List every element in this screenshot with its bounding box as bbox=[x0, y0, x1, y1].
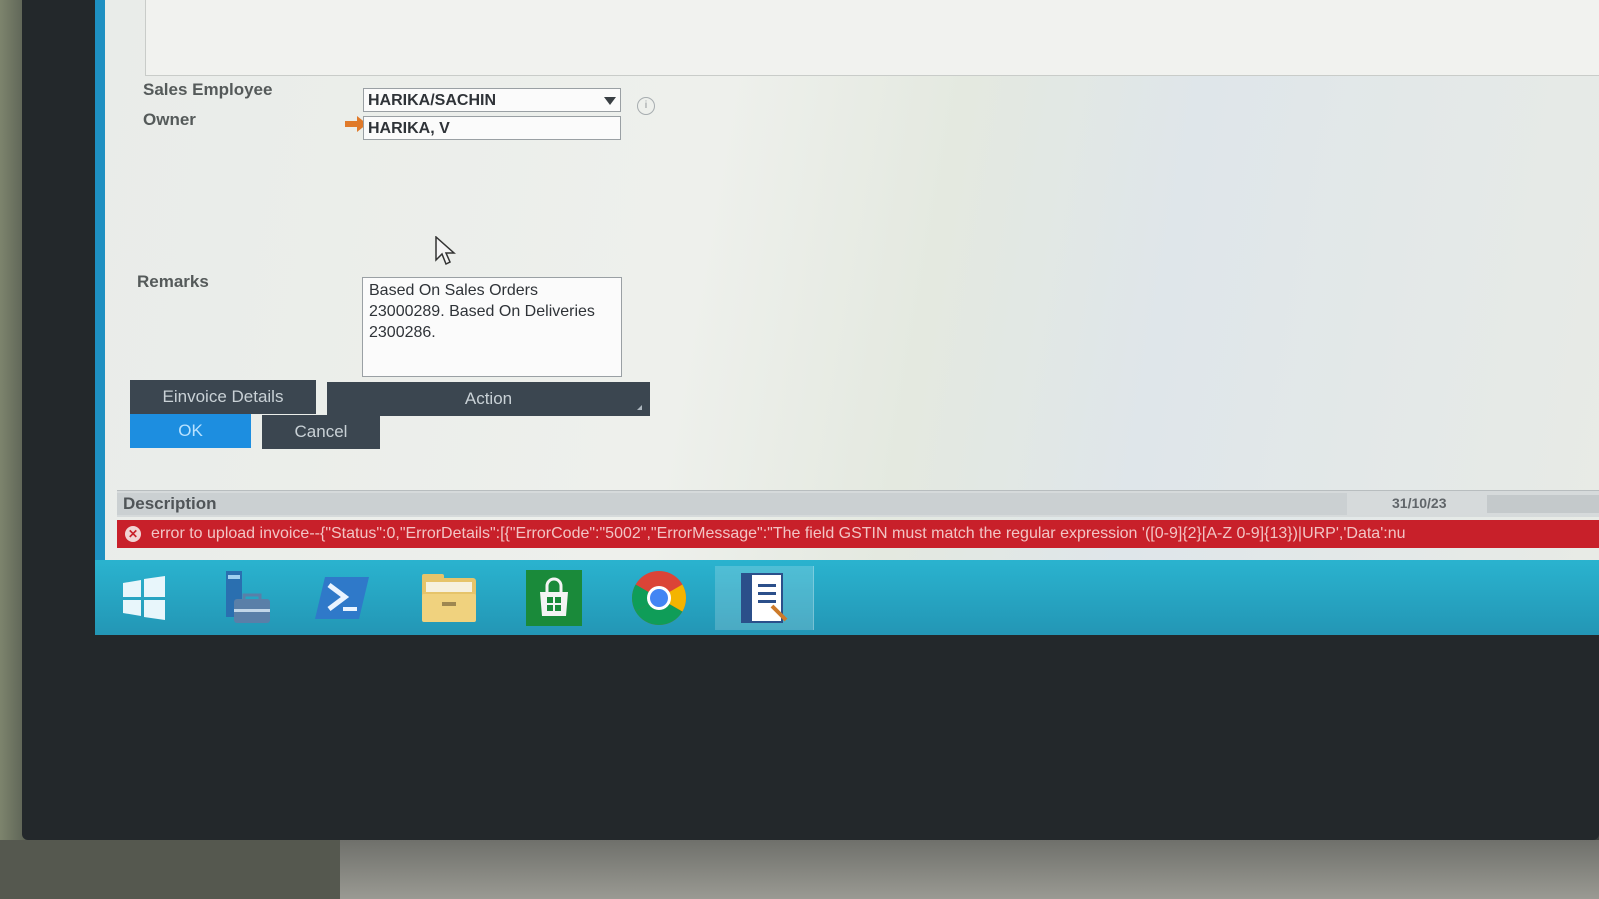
sales-employee-label: Sales Employee bbox=[143, 80, 273, 99]
owner-field[interactable]: HARIKA, V bbox=[363, 116, 621, 140]
owner-label: Owner bbox=[143, 110, 196, 129]
status-date: 31/10/23 bbox=[1392, 495, 1447, 511]
sales-employee-dropdown[interactable]: HARIKA/SACHIN bbox=[363, 88, 621, 112]
powershell-icon[interactable] bbox=[295, 566, 393, 630]
file-explorer-icon[interactable] bbox=[400, 566, 498, 630]
ok-button[interactable]: OK bbox=[130, 414, 251, 448]
einvoice-details-button[interactable]: Einvoice Details bbox=[130, 380, 316, 414]
desk bbox=[0, 840, 340, 899]
remarks-label: Remarks bbox=[137, 272, 209, 291]
status-box bbox=[1487, 495, 1599, 513]
status-bar: Description 31/10/23 bbox=[117, 490, 1599, 517]
server-manager-icon[interactable] bbox=[195, 566, 293, 630]
error-icon: ✕ bbox=[125, 525, 141, 542]
screen: Sales Employee HARIKA/SACHIN i Owner HAR… bbox=[95, 0, 1599, 635]
sap-business-one-icon[interactable] bbox=[715, 566, 814, 630]
store-icon[interactable] bbox=[505, 566, 603, 630]
sap-document-window: Sales Employee HARIKA/SACHIN i Owner HAR… bbox=[105, 0, 1599, 560]
owner-value: HARIKA, V bbox=[368, 120, 450, 137]
chevron-down-icon[interactable] bbox=[604, 97, 616, 105]
sales-employee-value: HARIKA/SACHIN bbox=[368, 92, 496, 109]
header-panel bbox=[145, 0, 1599, 76]
status-description: Description bbox=[117, 493, 1347, 515]
taskbar bbox=[95, 560, 1599, 635]
windows-start-icon[interactable] bbox=[95, 566, 193, 630]
remarks-textarea[interactable]: Based On Sales Orders 23000289. Based On… bbox=[362, 277, 622, 377]
cancel-button[interactable]: Cancel bbox=[262, 415, 380, 449]
chrome-icon[interactable] bbox=[610, 566, 708, 630]
error-message-bar[interactable]: ✕ error to upload invoice--{"Status":0,"E… bbox=[117, 520, 1599, 548]
mouse-cursor-icon bbox=[435, 236, 456, 266]
action-button-label: Action bbox=[464, 389, 513, 408]
action-button[interactable]: Action bbox=[327, 382, 650, 416]
error-message-text: error to upload invoice--{"Status":0,"Er… bbox=[151, 525, 1406, 542]
monitor-stand bbox=[340, 840, 1599, 899]
corner-arrow-icon bbox=[637, 405, 642, 410]
info-icon[interactable]: i bbox=[637, 97, 655, 115]
